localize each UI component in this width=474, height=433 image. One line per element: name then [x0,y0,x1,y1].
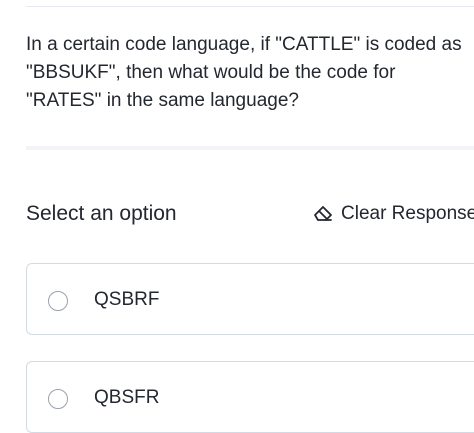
option-2[interactable]: QBSFR [26,361,474,433]
option-2-radio[interactable] [48,389,68,409]
clear-response-label: Clear Response [341,203,474,224]
question-text: In a certain code language, if "CATTLE" … [26,34,462,111]
option-1[interactable]: QSBRF [26,263,474,335]
option-2-label: QBSFR [94,387,160,408]
eraser-icon [312,203,334,225]
top-divider [26,6,474,7]
select-option-label: Select an option [26,202,177,225]
clear-response-button[interactable]: Clear Response [312,202,474,226]
option-1-radio[interactable] [48,291,68,311]
section-divider [26,146,474,150]
option-1-label: QSBRF [94,289,160,310]
